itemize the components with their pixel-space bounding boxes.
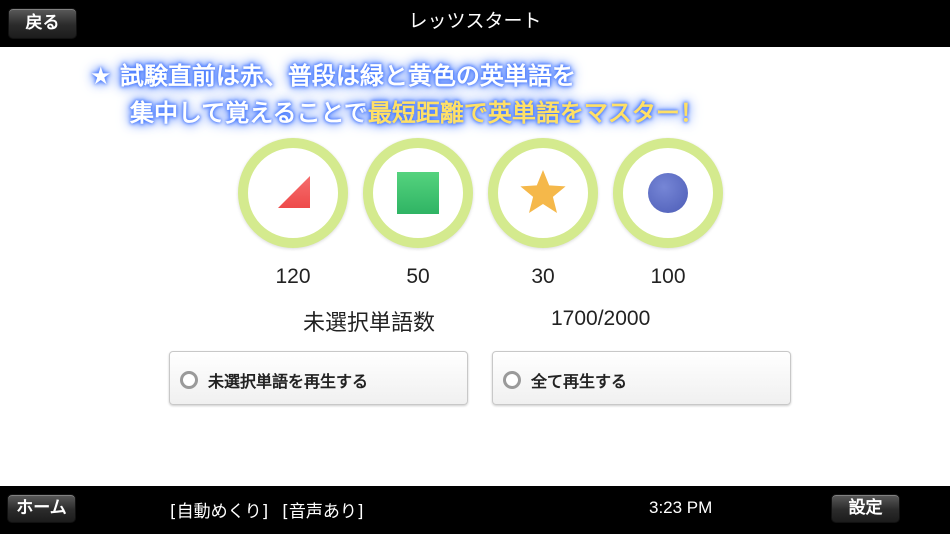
banner-line-2: 集中して覚えることで最短距離で英単語をマスター！ [90, 95, 890, 132]
play-all-button[interactable]: 全て再生する [492, 351, 791, 405]
category-yellow-count: 30 [531, 265, 555, 288]
category-red-count: 120 [275, 265, 311, 288]
bottom-toolbar: ホーム [自動めくり] [音声あり] 3:23 PM 設定 [0, 486, 950, 534]
auto-flip-status: [自動めくり] [170, 502, 269, 522]
play-unselected-button[interactable]: 未選択単語を再生する [169, 351, 468, 405]
category-green-count: 50 [406, 265, 430, 288]
promo-banner: ★ 試験直前は赤、普段は緑と黄色の英単語を 集中して覚えることで最短距離で英単語… [90, 58, 890, 132]
banner-highlight-text: 最短距離で英単語をマスター！ [367, 99, 704, 127]
category-green-button[interactable] [363, 138, 473, 248]
unselected-words-value: 1700/2000 [551, 307, 651, 330]
unselected-words-label: 未選択単語数 [303, 311, 436, 336]
top-navigation-bar: 戻る レッツスタート [0, 0, 950, 47]
star-bullet-icon: ★ [90, 62, 112, 90]
audio-status: [音声あり] [282, 502, 364, 522]
square-icon [397, 172, 439, 214]
circle-icon [648, 173, 688, 213]
settings-button[interactable]: 設定 [831, 494, 900, 523]
category-blue-button[interactable] [613, 138, 723, 248]
category-yellow-button[interactable] [488, 138, 598, 248]
star-icon [520, 170, 566, 213]
home-button[interactable]: ホーム [7, 494, 76, 523]
play-unselected-label: 未選択単語を再生する [208, 372, 369, 391]
banner-line-1: ★ 試験直前は赤、普段は緑と黄色の英単語を [90, 58, 890, 95]
category-blue-count: 100 [650, 265, 686, 288]
play-all-label: 全て再生する [531, 372, 628, 391]
radio-icon [180, 371, 198, 389]
page-title: レッツスタート [408, 10, 542, 32]
mode-status: [自動めくり] [音声あり] [170, 497, 364, 522]
banner-text-1: 試験直前は赤、普段は緑と黄色の英単語を [119, 62, 576, 90]
category-red-button[interactable] [238, 138, 348, 248]
triangle-icon [278, 176, 310, 208]
banner-text-2: 集中して覚えることで [130, 99, 368, 127]
clock: 3:23 PM [649, 498, 713, 517]
radio-icon [503, 371, 521, 389]
